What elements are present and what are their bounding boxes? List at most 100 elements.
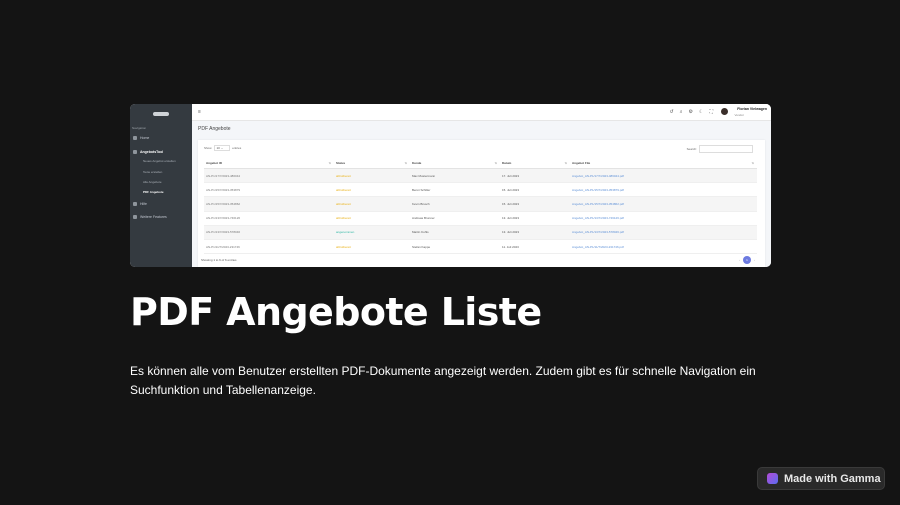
slide-title: PDF Angebote Liste	[130, 290, 542, 334]
cell-file-link[interactable]: Angebot_AN-P1/13/7/2023-746126.pdf	[570, 211, 757, 226]
made-with-gamma-badge[interactable]: Made with Gamma	[757, 467, 885, 490]
cell-datum: 13. Juli 2023	[500, 211, 570, 226]
table-row[interactable]: AN-P1/15/7/2023-353879 abholbereit Benni…	[204, 182, 757, 198]
gamma-logo-icon	[767, 473, 778, 484]
table-row[interactable]: AN-P1/13/7/2023-578046 angenommen Martin…	[204, 225, 757, 240]
app-screenshot: Navigation Home AngebotsTool Neues Angeb…	[130, 104, 771, 267]
cell-kunde: Max Mustermann	[410, 168, 500, 184]
sidebar-item-alle-angebote[interactable]: Alle Angebote	[143, 180, 162, 184]
col-header-file[interactable]: Angebot File ⇅	[570, 158, 757, 169]
cell-status: abholbereit	[334, 211, 410, 226]
cell-id: AN-P1/11/7/2023-231746	[204, 239, 334, 255]
cell-kunde: Benni Schiller	[410, 182, 500, 198]
sort-icon: ⇅	[564, 161, 567, 165]
table-row[interactable]: AN-P1/11/7/2023-231746 abholbereit Stefa…	[204, 239, 757, 255]
sidebar-item-angebotstool[interactable]: AngebotsTool	[133, 150, 163, 154]
sidebar-item-texte[interactable]: Texte erstellen	[143, 170, 162, 174]
sidebar-item-label: Neues Angebot erstellen	[143, 159, 176, 163]
home-icon	[133, 136, 137, 140]
cell-file-link[interactable]: Angebot_AN-P1/15/7/2023-353879.pdf	[570, 182, 757, 198]
sidebar-item-label: Alle Angebote	[143, 180, 162, 184]
grid-icon	[133, 215, 137, 219]
search-label: Search:	[686, 147, 697, 151]
pdf-table: Angebot ID ⇅ Status ⇅ Kunde ⇅ Datum ⇅ Angebo…	[204, 158, 757, 255]
sidebar: Navigation Home AngebotsTool Neues Angeb…	[130, 104, 192, 267]
cell-datum: 15. Juli 2023	[500, 196, 570, 212]
table-info: Showing 1 to 6 of 6 entries	[201, 258, 237, 262]
cell-datum: 13. Juli 2023	[500, 225, 570, 240]
sidebar-item-neues-angebot[interactable]: Neues Angebot erstellen	[143, 159, 176, 163]
cell-datum: 11. Juli 2023	[500, 239, 570, 255]
sidebar-item-weitere-features[interactable]: Weitere Features	[133, 215, 167, 219]
table-card: Show 10 ⌄ entries Search: Angebot ID ⇅ St…	[198, 140, 765, 267]
cell-status: angenommen	[334, 225, 410, 240]
table-row[interactable]: AN-P1/13/7/2023-746126 abholbereit Andre…	[204, 211, 757, 226]
search-icon[interactable]: ⌕	[680, 109, 683, 115]
sidebar-item-label: AngebotsTool	[140, 150, 164, 154]
document-icon	[133, 150, 137, 154]
sort-icon: ⇅	[404, 161, 407, 165]
cell-file-link[interactable]: Angebot_AN-P1/11/7/2023-231746.pdf	[570, 239, 757, 255]
page-title: PDF Angebote	[198, 126, 231, 132]
col-header-label: Angebot File	[572, 161, 591, 165]
pagination: ‹ 1 ›	[739, 256, 755, 264]
cell-status: abholbereit	[334, 182, 410, 198]
sidebar-item-label: Weitere Features	[140, 215, 167, 219]
menu-toggle-icon[interactable]: ≡	[198, 110, 201, 115]
sidebar-item-hilfe[interactable]: Hilfe	[133, 202, 147, 206]
sidebar-item-pdf-angebote[interactable]: PDF Angebote	[143, 190, 164, 194]
table-row[interactable]: AN-P1/17/7/2023-486044 abholbereit Max M…	[204, 168, 757, 184]
length-control: Show 10 ⌄ entries	[204, 145, 241, 151]
sort-icon: ⇅	[328, 161, 331, 165]
length-select[interactable]: 10 ⌄	[213, 145, 231, 151]
cell-datum: 15. Juli 2023	[500, 182, 570, 198]
moon-icon[interactable]: ☾	[699, 109, 703, 115]
badge-label: Made with Gamma	[784, 472, 881, 485]
entries-label: entries	[232, 146, 242, 150]
cell-id: AN-P1/13/7/2023-578046	[204, 225, 334, 240]
app-logo	[153, 112, 169, 116]
table-row[interactable]: AN-P1/15/7/2023-354862 abholbereit Kevin…	[204, 196, 757, 212]
search-input[interactable]	[699, 145, 753, 153]
cell-kunde: Stefan Kappe	[410, 239, 500, 255]
topbar-icons: ↺ ⌕ ⚙ ☾ ⛶	[670, 109, 714, 115]
avatar[interactable]	[721, 108, 728, 115]
cell-file-link[interactable]: Angebot_AN-P1/15/7/2023-354862.pdf	[570, 196, 757, 212]
cell-status: abholbereit	[334, 239, 410, 255]
user-role: Vendor	[734, 112, 744, 117]
sidebar-item-label: PDF Angebote	[143, 190, 164, 194]
cell-file-link[interactable]: Angebot_AN-P1/13/7/2023-578046.pdf	[570, 225, 757, 240]
prev-page-icon[interactable]: ‹	[739, 258, 740, 262]
sidebar-item-home[interactable]: Home	[133, 136, 149, 140]
sidebar-item-label: Home	[140, 136, 150, 140]
length-value: 10	[216, 146, 220, 150]
sidebar-heading: Navigation	[132, 126, 147, 130]
cell-status: abholbereit	[334, 196, 410, 212]
cell-id: AN-P1/13/7/2023-746126	[204, 211, 334, 226]
search-control: Search:	[687, 145, 753, 153]
cell-kunde: Andreas Brunner	[410, 211, 500, 226]
cell-kunde: Kevin Brusch	[410, 196, 500, 212]
col-header-kunde[interactable]: Kunde ⇅	[410, 158, 500, 169]
col-header-datum[interactable]: Datum ⇅	[500, 158, 570, 169]
slide-description: Es können alle vom Benutzer erstellten P…	[130, 364, 756, 397]
undo-icon[interactable]: ↺	[670, 109, 674, 115]
col-header-id[interactable]: Angebot ID ⇅	[204, 158, 334, 169]
col-header-status[interactable]: Status ⇅	[334, 158, 410, 169]
cell-id: AN-P1/15/7/2023-353879	[204, 182, 334, 198]
cell-kunde: Martin Kuhls	[410, 225, 500, 240]
user-name: Florian Vielwagen	[737, 107, 767, 111]
cell-file-link[interactable]: Angebot_AN-P1/17/7/2023-486044.pdf	[570, 168, 757, 184]
cell-status: abholbereit	[334, 168, 410, 184]
fullscreen-icon[interactable]: ⛶	[709, 109, 713, 115]
next-page-icon[interactable]: ›	[754, 258, 755, 262]
sidebar-item-label: Hilfe	[140, 202, 148, 206]
col-header-label: Kunde	[412, 161, 422, 165]
page-button-current[interactable]: 1	[743, 256, 751, 264]
cell-datum: 17. Juli 2023	[500, 168, 570, 184]
main-content: ≡ ↺ ⌕ ⚙ ☾ ⛶ Florian Vielwagen Vendor PDF…	[192, 104, 771, 267]
settings-icon[interactable]: ⚙	[689, 109, 693, 115]
topbar: ≡ ↺ ⌕ ⚙ ☾ ⛶ Florian Vielwagen Vendor	[192, 104, 771, 121]
show-label: Show	[204, 146, 212, 150]
sort-icon: ⇅	[751, 161, 754, 165]
